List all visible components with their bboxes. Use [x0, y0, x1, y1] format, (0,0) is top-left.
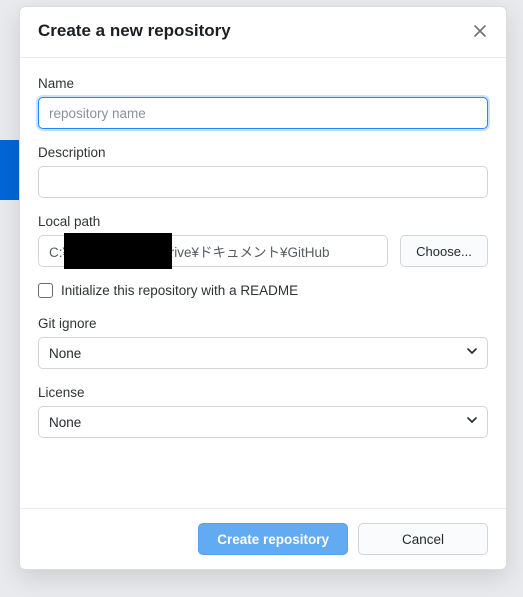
description-label: Description — [38, 145, 488, 160]
gitignore-field: Git ignore None — [38, 316, 488, 369]
dialog-title: Create a new repository — [38, 21, 231, 41]
gitignore-select-wrap: None — [38, 337, 488, 369]
license-select-wrap: None — [38, 406, 488, 438]
choose-button[interactable]: Choose... — [400, 235, 488, 267]
dialog-body: Name Description Local path C:¥ eDrive¥ド… — [20, 58, 506, 508]
license-label: License — [38, 385, 488, 400]
dialog-header: Create a new repository — [20, 7, 506, 58]
local-path-field: Local path C:¥ eDrive¥ドキュメント¥GitHub Choo… — [38, 214, 488, 267]
readme-checkbox[interactable] — [38, 283, 53, 298]
dialog-footer: Create repository Cancel — [20, 508, 506, 569]
create-repository-dialog: Create a new repository Name Description… — [19, 6, 507, 570]
description-input[interactable] — [38, 166, 488, 198]
local-path-wrap: C:¥ eDrive¥ドキュメント¥GitHub — [38, 235, 388, 267]
license-select[interactable]: None — [38, 406, 488, 438]
redacted-block — [64, 233, 172, 269]
description-field: Description — [38, 145, 488, 198]
local-path-row: C:¥ eDrive¥ドキュメント¥GitHub Choose... — [38, 235, 488, 267]
name-input[interactable] — [38, 97, 488, 129]
license-field: License None — [38, 385, 488, 438]
create-repository-button[interactable]: Create repository — [198, 523, 348, 555]
cancel-button[interactable]: Cancel — [358, 523, 488, 555]
name-label: Name — [38, 76, 488, 91]
background-accent — [0, 140, 20, 200]
name-field: Name — [38, 76, 488, 129]
gitignore-select[interactable]: None — [38, 337, 488, 369]
readme-row: Initialize this repository with a README — [38, 283, 488, 298]
close-icon[interactable] — [472, 23, 488, 39]
readme-label: Initialize this repository with a README — [61, 283, 298, 298]
gitignore-label: Git ignore — [38, 316, 488, 331]
local-path-label: Local path — [38, 214, 488, 229]
